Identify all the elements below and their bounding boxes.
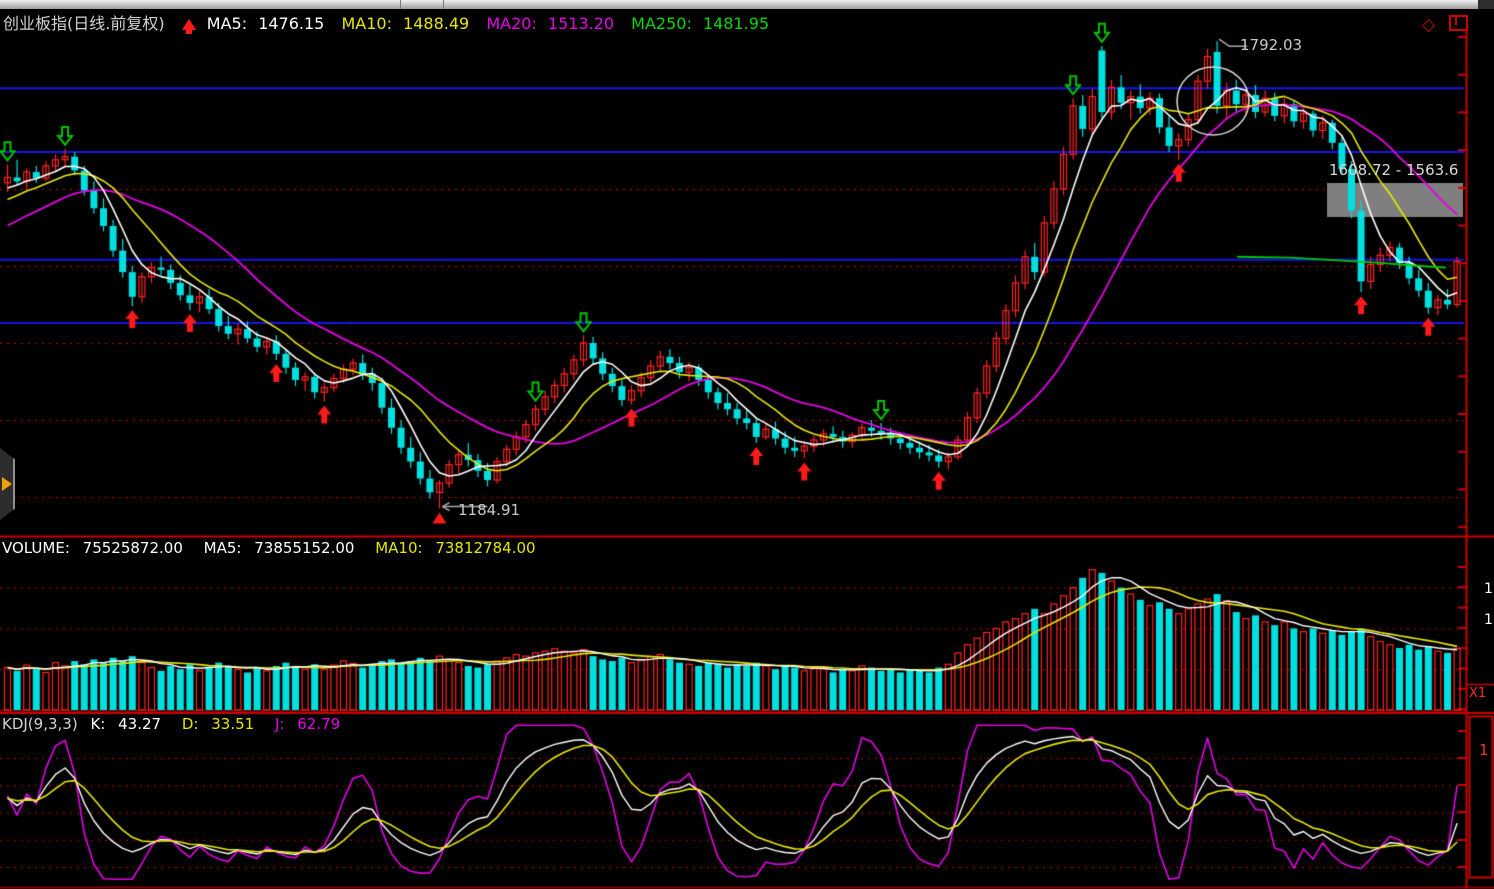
kdj-d-value: 33.51 <box>211 715 254 733</box>
kdj-title: KDJ(9,3,3) <box>2 715 78 733</box>
volume-header: VOLUME: 75525872.00 MA5: 73855152.00 MA1… <box>2 539 552 557</box>
low-price-annotation: 1184.91 <box>458 501 520 519</box>
volume-axis-label-clipped: 1 <box>1484 612 1493 628</box>
volume-ma10-value: 73812784.00 <box>435 539 535 557</box>
volume-value: 75525872.00 <box>83 539 183 557</box>
high-price-annotation: 1792.03 <box>1240 36 1302 54</box>
ma5-value: 1476.15 <box>258 14 324 33</box>
chart-window-controls: ◇ <box>1422 14 1468 35</box>
ma20-value: 1513.20 <box>548 14 614 33</box>
kdj-j-value: 62.79 <box>297 715 340 733</box>
sidebar-expand-handle[interactable] <box>0 448 15 520</box>
volume-ma5-label: MA5: <box>204 539 242 557</box>
volume-axis-label-clipped: 1 <box>1484 581 1493 597</box>
indicator-header: 创业板指(日线.前复权) MA5: 1476.15 MA10: 1488.49 … <box>3 10 781 34</box>
kdj-axis-label-clipped: 1 <box>1479 741 1489 759</box>
volume-ma10-label: MA10: <box>375 539 422 557</box>
kdj-k-label: K: <box>90 715 105 733</box>
kdj-header: KDJ(9,3,3) K: 43.27 D: 33.51 J: 62.79 <box>2 715 356 733</box>
symbol-title: 创业板指(日线.前复权) <box>3 14 165 33</box>
volume-label: VOLUME: <box>2 539 70 557</box>
volume-scale-x1-label: X1 <box>1469 686 1486 701</box>
ma5-label: MA5: <box>207 14 247 33</box>
ma250-label: MA250: <box>631 14 692 33</box>
kdj-d-label: D: <box>182 715 199 733</box>
kdj-k-value: 43.27 <box>118 715 161 733</box>
expand-arrow-icon <box>2 477 12 491</box>
chart-canvas[interactable] <box>0 0 1494 889</box>
stock-chart-app: 创业板指(日线.前复权) MA5: 1476.15 MA10: 1488.49 … <box>0 0 1494 889</box>
ma10-value: 1488.49 <box>403 14 469 33</box>
price-range-annotation: 1608.72 - 1563.6 <box>1329 161 1458 179</box>
ma10-label: MA10: <box>341 14 392 33</box>
ma20-label: MA20: <box>486 14 537 33</box>
volume-ma5-value: 73855152.00 <box>254 539 354 557</box>
diamond-icon[interactable]: ◇ <box>1422 15 1435 35</box>
price-up-arrow-icon <box>182 19 196 30</box>
window-panes-icon[interactable] <box>1449 15 1468 31</box>
kdj-j-label: J: <box>275 715 284 733</box>
ma250-value: 1481.95 <box>703 14 769 33</box>
